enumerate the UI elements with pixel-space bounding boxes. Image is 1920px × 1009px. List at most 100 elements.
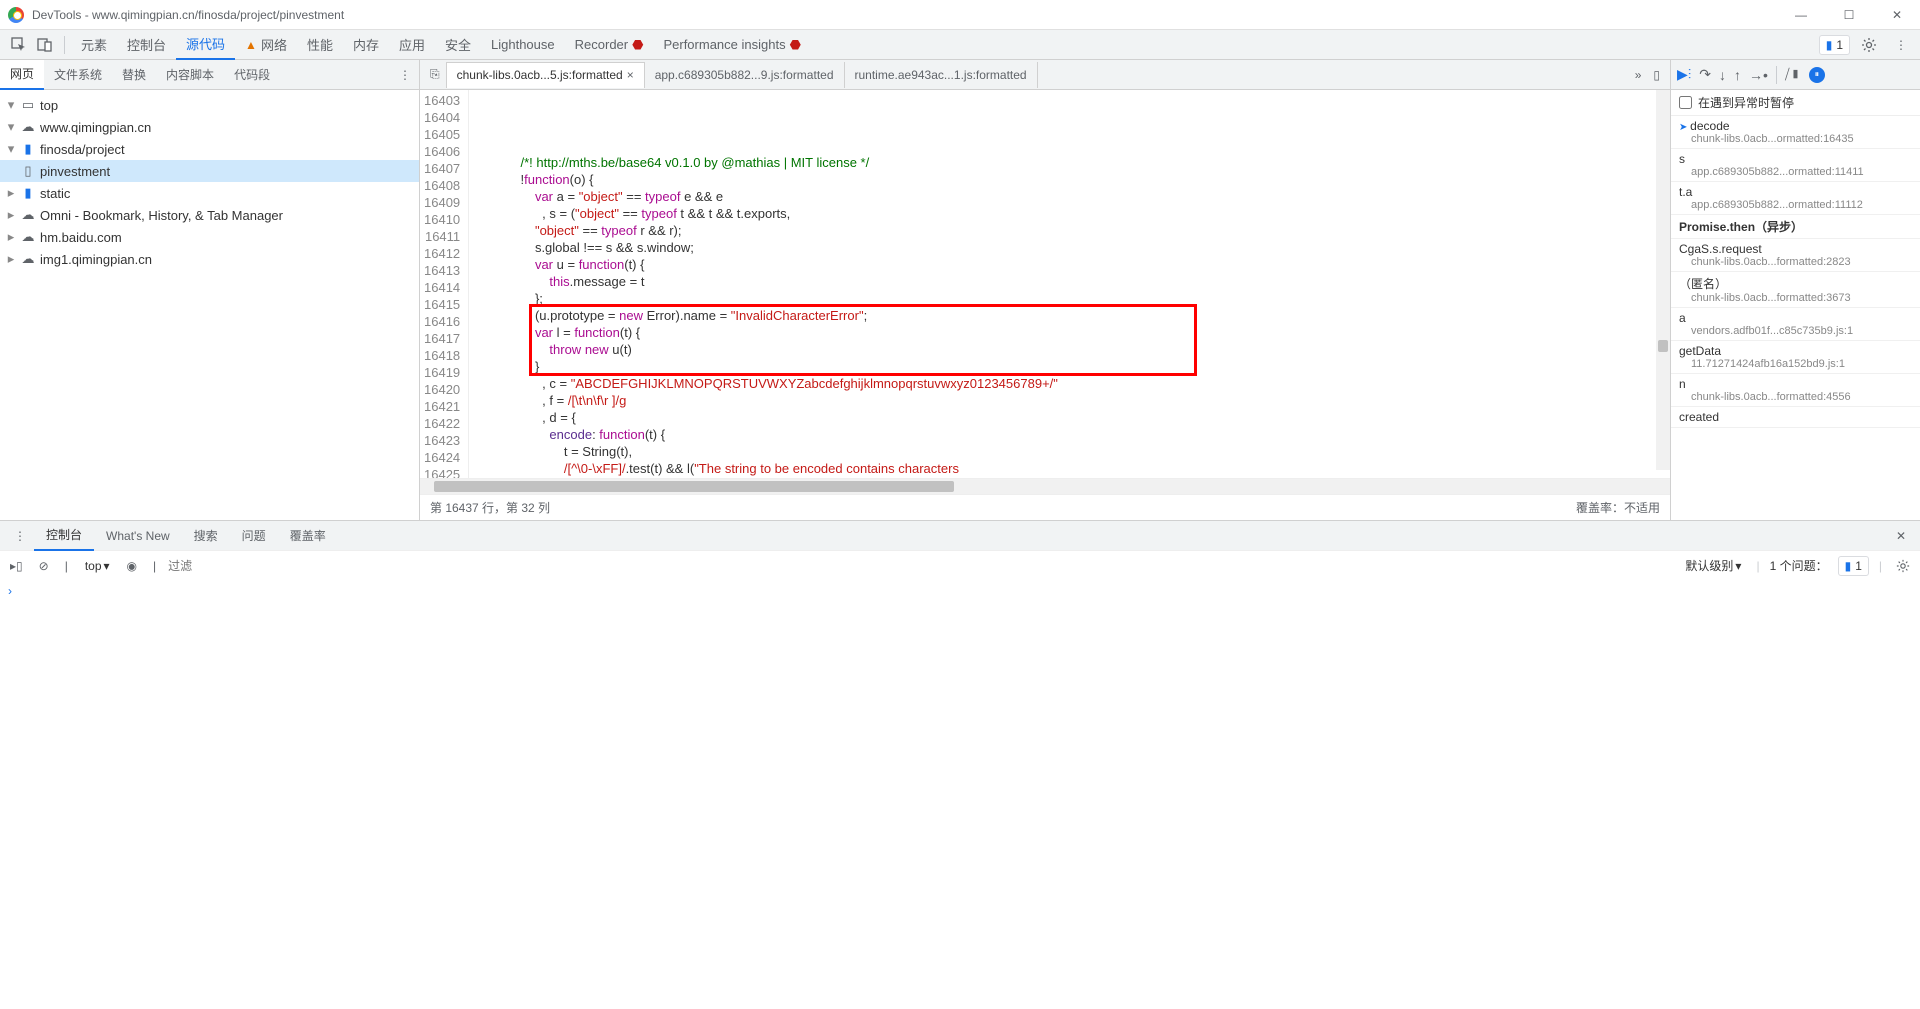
pause-state-icon[interactable]: ⏸ (1809, 67, 1825, 83)
tree-domain-3[interactable]: ▸☁img1.qimingpian.cn (0, 248, 419, 270)
clear-console-icon[interactable]: ⊘ (35, 559, 53, 573)
drawer-tab-search[interactable]: 搜索 (182, 521, 230, 551)
console-settings-icon[interactable] (1892, 559, 1914, 573)
nav-history-icon[interactable]: ⎘ (424, 67, 446, 82)
file-tab-2[interactable]: app.c689305b882...9.js:formatted (645, 62, 845, 88)
pause-on-exceptions-label: 在遇到异常时暂停 (1698, 94, 1794, 111)
more-tabs-icon[interactable]: » (1629, 68, 1648, 82)
tab-elements[interactable]: 元素 (71, 30, 117, 60)
nav-tab-content-scripts[interactable]: 内容脚本 (156, 60, 224, 90)
drawer-tab-coverage[interactable]: 覆盖率 (278, 521, 338, 551)
tab-performance[interactable]: 性能 (297, 30, 343, 60)
console-output[interactable]: › (0, 580, 1920, 1000)
toggle-navigator-icon[interactable]: ▯ (1647, 68, 1666, 82)
nav-tab-overrides[interactable]: 替换 (112, 60, 156, 90)
deactivate-breakpoints-icon[interactable]: ⧸▮ (1785, 66, 1801, 83)
scrollbar-thumb[interactable] (1658, 340, 1668, 352)
callstack-frame[interactable]: （匿名）chunk-libs.0acb...formatted:3673 (1671, 272, 1920, 308)
callstack-frame[interactable]: t.aapp.c689305b882...ormatted:11112 (1671, 182, 1920, 215)
console-filter-input[interactable] (168, 559, 1672, 573)
pause-on-exceptions-row[interactable]: 在遇到异常时暂停 (1671, 90, 1920, 116)
window-controls: — ☐ ✕ (1786, 8, 1912, 22)
code-editor[interactable]: 1640316404164051640616407164081640916410… (420, 90, 1670, 478)
folder-icon: ▮ (20, 141, 36, 157)
drawer-tab-whatsnew[interactable]: What's New (94, 521, 182, 551)
nav-tab-filesystem[interactable]: 文件系统 (44, 60, 112, 90)
toolbar-separator (64, 36, 65, 54)
nav-tab-snippets[interactable]: 代码段 (224, 60, 280, 90)
vertical-scrollbar[interactable] (1656, 90, 1670, 470)
callstack-frame[interactable]: Promise.then（异步） (1671, 215, 1920, 239)
tab-network[interactable]: ▲网络 (235, 30, 297, 60)
device-mode-icon[interactable] (32, 32, 58, 58)
cursor-position: 第 16437 行，第 32 列 (430, 499, 550, 516)
drawer-tab-issues[interactable]: 问题 (230, 521, 278, 551)
tab-recorder[interactable]: Recorder ⬣ (565, 30, 654, 60)
tree-folder[interactable]: ▾▮finosda/project (0, 138, 419, 160)
drawer-tab-console[interactable]: 控制台 (34, 521, 94, 551)
drawer-menu-icon[interactable]: ⋮ (6, 529, 34, 543)
callstack-frame[interactable]: getData11.71271424afb16a152bd9.js:1 (1671, 341, 1920, 374)
tree-top[interactable]: ▾▭top (0, 94, 419, 116)
callstack-frame[interactable]: avendors.adfb01f...c85c735b9.js:1 (1671, 308, 1920, 341)
nav-more-icon[interactable]: ⋮ (391, 68, 419, 82)
nav-tab-page[interactable]: 网页 (0, 60, 44, 90)
scrollbar-thumb[interactable] (434, 481, 954, 492)
tab-perf-insights[interactable]: Performance insights ⬣ (653, 30, 810, 60)
issues-count-chip[interactable]: ▮1 (1838, 556, 1869, 576)
file-tab-3[interactable]: runtime.ae943ac...1.js:formatted (845, 62, 1038, 88)
callstack-frame[interactable]: CgaS.s.requestchunk-libs.0acb...formatte… (1671, 239, 1920, 272)
settings-icon[interactable] (1856, 32, 1882, 58)
tree-domain[interactable]: ▾☁www.qimingpian.cn (0, 116, 419, 138)
tab-lighthouse[interactable]: Lighthouse (481, 30, 565, 60)
window-maximize-button[interactable]: ☐ (1834, 8, 1864, 22)
callstack-frame[interactable]: sapp.c689305b882...ormatted:11411 (1671, 149, 1920, 182)
window-minimize-button[interactable]: — (1786, 8, 1816, 22)
step-over-icon[interactable]: ↷ (1699, 66, 1711, 83)
cloud-icon: ☁ (20, 251, 36, 267)
step-icon[interactable]: →• (1749, 67, 1768, 83)
warning-icon: ▲ (245, 38, 257, 52)
file-tree[interactable]: ▾▭top ▾☁www.qimingpian.cn ▾▮finosda/proj… (0, 90, 419, 520)
live-expression-icon[interactable]: ◉ (123, 559, 141, 573)
editor-status: 第 16437 行，第 32 列 覆盖率：不适用 (420, 494, 1670, 520)
tab-sources[interactable]: 源代码 (176, 30, 235, 60)
tree-folder-static[interactable]: ▸▮static (0, 182, 419, 204)
pause-on-exceptions-checkbox[interactable] (1679, 96, 1692, 109)
tab-application[interactable]: 应用 (389, 30, 435, 60)
callstack-frame[interactable]: nchunk-libs.0acb...formatted:4556 (1671, 374, 1920, 407)
resume-icon[interactable]: ▶⫶ (1677, 66, 1691, 83)
line-gutter: 1640316404164051640616407164081640916410… (420, 90, 469, 478)
callstack-frame[interactable]: decodechunk-libs.0acb...ormatted:16435 (1671, 116, 1920, 149)
drawer-close-icon[interactable]: ✕ (1888, 529, 1914, 543)
chevron-down-icon: ▾ (1735, 559, 1741, 573)
console-separator: | (61, 559, 72, 573)
execution-context-selector[interactable]: top ▾ (80, 556, 115, 576)
horizontal-scrollbar[interactable] (420, 478, 1670, 494)
call-stack[interactable]: decodechunk-libs.0acb...ormatted:16435sa… (1671, 116, 1920, 520)
tab-memory[interactable]: 内存 (343, 30, 389, 60)
cloud-icon: ☁ (20, 229, 36, 245)
close-icon[interactable]: × (627, 68, 634, 82)
window-icon: ▭ (20, 97, 36, 113)
tab-console[interactable]: 控制台 (117, 30, 176, 60)
window-close-button[interactable]: ✕ (1882, 8, 1912, 22)
issues-chip[interactable]: ▮1 (1819, 35, 1850, 55)
file-tab-1[interactable]: chunk-libs.0acb...5.js:formatted× (446, 62, 645, 88)
step-into-icon[interactable]: ↓ (1719, 67, 1726, 83)
separator (1776, 66, 1777, 84)
tree-extension[interactable]: ▸☁Omni - Bookmark, History, & Tab Manage… (0, 204, 419, 226)
tab-security[interactable]: 安全 (435, 30, 481, 60)
tree-domain-2[interactable]: ▸☁hm.baidu.com (0, 226, 419, 248)
code-content[interactable]: /*! http://mths.be/base64 v0.1.0 by @mat… (469, 90, 1670, 478)
tree-file-selected[interactable]: ▯pinvestment (0, 160, 419, 182)
console-sidebar-icon[interactable]: ▸▯ (6, 559, 27, 573)
window-titlebar: DevTools - www.qimingpian.cn/finosda/pro… (0, 0, 1920, 30)
inspect-element-icon[interactable] (6, 32, 32, 58)
issues-label: 1 个问题： (1770, 557, 1828, 574)
callstack-frame[interactable]: created (1671, 407, 1920, 428)
cloud-icon: ☁ (20, 119, 36, 135)
log-levels-selector[interactable]: 默认级别 ▾ (1680, 554, 1746, 577)
more-menu-icon[interactable]: ⋮ (1888, 32, 1914, 58)
step-out-icon[interactable]: ↑ (1734, 67, 1741, 83)
